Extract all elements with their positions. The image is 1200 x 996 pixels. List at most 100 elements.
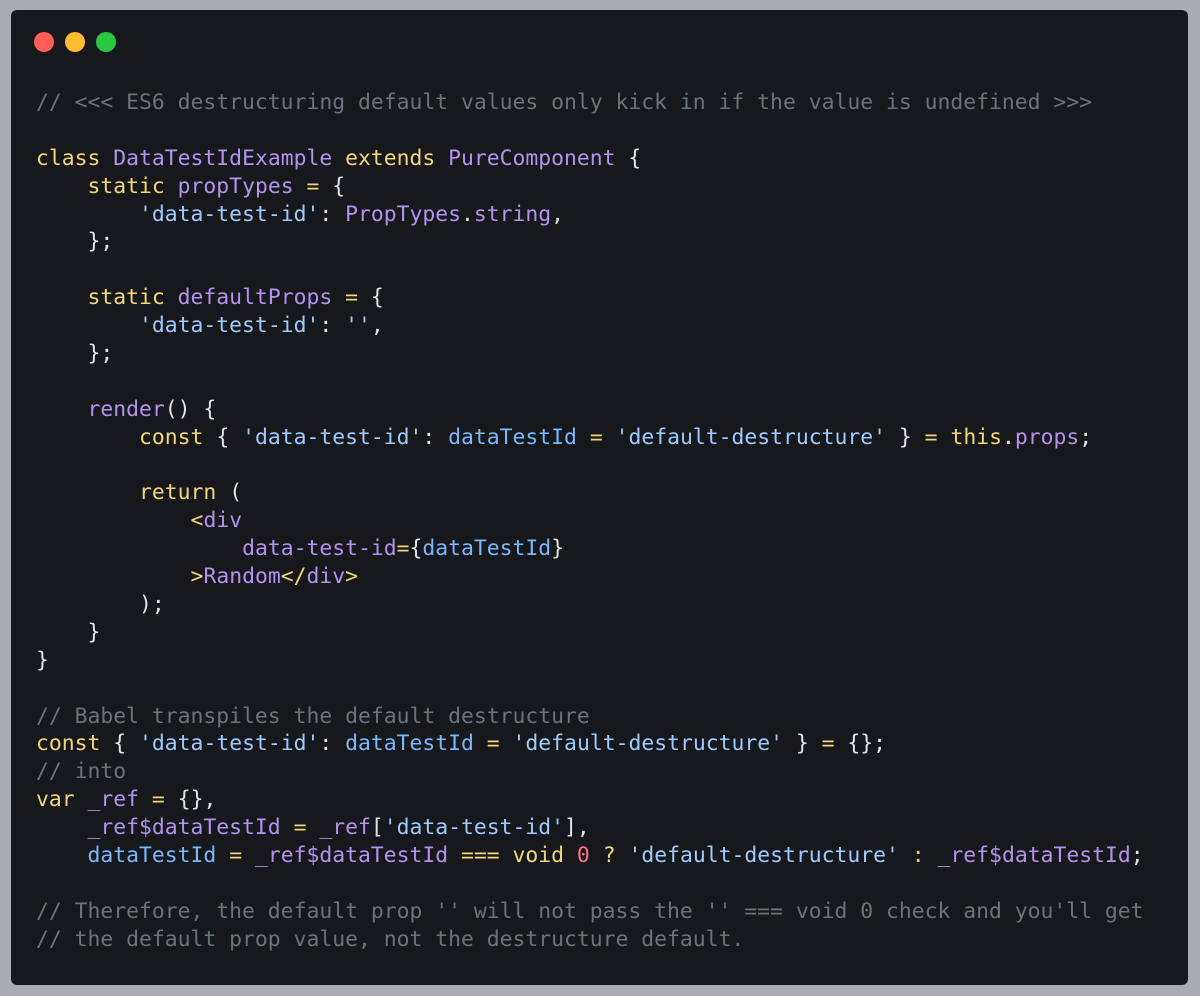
code-token: { (113, 731, 140, 757)
code-token: : (319, 201, 346, 227)
code-token: , (551, 201, 565, 227)
code-line: 'data-test-id': PropTypes.string, (36, 201, 1144, 229)
code-token: string (473, 201, 552, 227)
code-token: _ref (319, 815, 371, 841)
code-token: { (332, 173, 346, 199)
code-token: </ (280, 564, 307, 590)
code-token: data-test-id (242, 536, 397, 562)
code-token: > (190, 564, 204, 590)
code-token: {}, (177, 787, 217, 813)
code-token: 'data-test-id' (139, 313, 320, 339)
code-line: } (36, 619, 1144, 647)
code-token: // into (36, 759, 127, 785)
code-token: 'default-destructure' (628, 843, 912, 869)
code-line: _ref$dataTestId = _ref['data-test-id'], (36, 814, 1144, 842)
code-token: static (87, 173, 178, 199)
code-token: { (370, 285, 384, 311)
code-token: === void (461, 843, 577, 869)
code-token: = (396, 536, 410, 562)
code-line: const { 'data-test-id': dataTestId = 'de… (36, 424, 1144, 452)
code-token: 'data-test-id' (383, 815, 565, 841)
code-token: 'data-test-id' (242, 424, 423, 450)
code-line: static propTypes = { (36, 173, 1144, 201)
code-token: class (36, 145, 114, 171)
code-token: Random (203, 564, 281, 590)
code-token: }; (87, 229, 114, 255)
code-token: this (950, 424, 1002, 450)
code-token: = (486, 731, 513, 757)
code-token: dataTestId (345, 731, 487, 757)
code-line: } (36, 647, 1144, 675)
code-token: '' (345, 313, 371, 339)
code-token: : (422, 424, 449, 450)
code-token: : (319, 731, 346, 757)
code-token: props (1014, 424, 1080, 450)
zoom-dot-icon[interactable] (96, 32, 116, 52)
code-token: // <<< ES6 destructuring default values … (36, 90, 1093, 115)
code-token: const (139, 424, 217, 450)
code-token: . (461, 201, 474, 227)
window-controls (34, 32, 127, 52)
code-token: < (190, 508, 204, 534)
close-dot-icon[interactable] (34, 32, 54, 52)
code-line: 'data-test-id': '', (36, 312, 1144, 340)
code-token: div (203, 508, 243, 534)
code-token: div (306, 564, 346, 590)
code-token: { (628, 145, 642, 171)
code-token: = (151, 787, 178, 813)
code-line: const { 'data-test-id': dataTestId = 'de… (36, 730, 1144, 758)
code-token: ? (602, 843, 629, 869)
code-token: ; (1130, 843, 1144, 869)
code-line: data-test-id={dataTestId} (36, 535, 1144, 563)
code-token: } (795, 731, 822, 757)
code-token: DataTestIdExample (113, 145, 346, 171)
code-token: { (216, 424, 243, 450)
code-token: , (370, 313, 384, 339)
code-token: extends (345, 145, 449, 171)
code-token: defaultProps (177, 285, 346, 311)
code-token: : (911, 843, 938, 869)
code-window: // <<< ES6 destructuring default values … (11, 10, 1188, 985)
code-token: _ref$dataTestId (254, 843, 462, 869)
code-line: // Babel transpiles the default destruct… (36, 703, 1144, 731)
minimize-dot-icon[interactable] (65, 32, 85, 52)
code-line: // into (36, 758, 1144, 786)
code-token: dataTestId (422, 536, 552, 562)
code-line: }; (36, 340, 1144, 368)
code-token: } (36, 647, 49, 673)
code-token: return (139, 480, 230, 506)
code-token: = (306, 173, 333, 199)
code-token: = (589, 424, 616, 450)
code-token: 0 (576, 843, 603, 869)
code-token: propTypes (177, 173, 307, 199)
code-token: . (1001, 424, 1015, 450)
code-token: () { (164, 396, 217, 422)
code-line: // the default prop value, not the destr… (36, 926, 1144, 954)
code-token: _ref$dataTestId (87, 815, 294, 841)
code-token: // Babel transpiles the default destruct… (36, 703, 590, 729)
code-token: } (551, 536, 565, 562)
code-token: }; (87, 341, 114, 367)
code-token: 'data-test-id' (139, 201, 320, 227)
code-line: return ( (36, 479, 1144, 507)
code-token: _ref$dataTestId (937, 843, 1131, 869)
code-block: // <<< ES6 destructuring default values … (36, 89, 1144, 954)
code-token: ], (564, 815, 590, 841)
